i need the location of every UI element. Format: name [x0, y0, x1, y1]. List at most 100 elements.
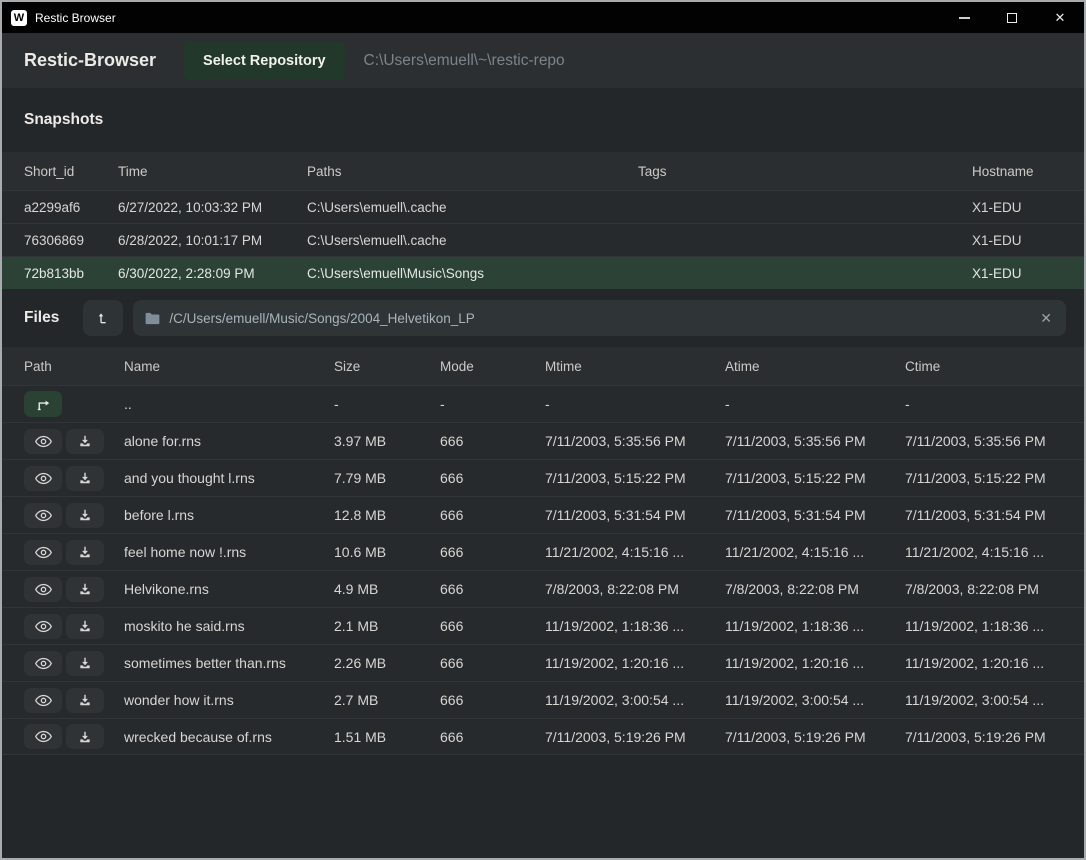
snapshot-paths: C:\Users\emuell\Music\Songs [307, 266, 638, 281]
download-file-button[interactable] [66, 540, 104, 565]
file-mode: 666 [440, 507, 545, 523]
snapshots-title: Snapshots [24, 111, 103, 129]
download-file-button[interactable] [66, 466, 104, 491]
file-atime: 11/19/2002, 1:20:16 ... [725, 655, 905, 671]
file-mode: - [440, 396, 545, 412]
preview-file-button[interactable] [24, 577, 62, 602]
files-title: Files [24, 309, 59, 327]
file-mtime: 7/11/2003, 5:15:22 PM [545, 470, 725, 486]
snapshot-row[interactable]: a2299af6 6/27/2022, 10:03:32 PM C:\Users… [2, 190, 1084, 223]
go-parent-button[interactable] [24, 391, 62, 417]
file-name: .. [124, 396, 334, 412]
preview-file-button[interactable] [24, 651, 62, 676]
file-name: and you thought l.rns [124, 470, 334, 486]
snapshot-paths: C:\Users\emuell\.cache [307, 200, 638, 215]
files-col-mtime: Mtime [545, 359, 725, 374]
file-mode: 666 [440, 470, 545, 486]
clear-icon: ✕ [1040, 310, 1052, 326]
download-icon [78, 508, 92, 522]
preview-file-button[interactable] [24, 724, 62, 749]
file-ctime: 11/19/2002, 3:00:54 ... [905, 692, 1062, 708]
download-icon [78, 730, 92, 744]
file-mode: 666 [440, 692, 545, 708]
preview-file-button[interactable] [24, 466, 62, 491]
snapshot-short-id: 76306869 [24, 233, 118, 248]
up-level-button[interactable] [83, 300, 123, 336]
close-button[interactable]: ✕ [1036, 2, 1084, 33]
file-name: moskito he said.rns [124, 618, 334, 634]
download-file-button[interactable] [66, 651, 104, 676]
download-icon [78, 619, 92, 633]
repository-path[interactable]: C:\Users\emuell\~\restic-repo [364, 52, 565, 70]
download-file-button[interactable] [66, 429, 104, 454]
file-row: alone for.rns 3.97 MB 666 7/11/2003, 5:3… [2, 422, 1084, 459]
download-file-button[interactable] [66, 724, 104, 749]
clear-path-button[interactable]: ✕ [1038, 310, 1054, 327]
download-file-button[interactable] [66, 577, 104, 602]
snapshot-hostname: X1-EDU [972, 200, 1062, 215]
download-icon [78, 693, 92, 707]
minimize-button[interactable] [940, 2, 988, 33]
download-icon [78, 656, 92, 670]
files-col-path: Path [24, 359, 124, 374]
file-ctime: 7/11/2003, 5:31:54 PM [905, 507, 1062, 523]
file-size: 1.51 MB [334, 729, 440, 745]
file-ctime: 11/19/2002, 1:20:16 ... [905, 655, 1062, 671]
header-bar: Restic-Browser Select Repository C:\User… [2, 33, 1084, 88]
close-icon: ✕ [1055, 10, 1066, 26]
snapshots-col-paths: Paths [307, 164, 638, 179]
file-atime: 11/21/2002, 4:15:16 ... [725, 544, 905, 560]
file-mtime: 7/8/2003, 8:22:08 PM [545, 581, 725, 597]
path-bar: ✕ [133, 300, 1066, 336]
file-mtime: - [545, 396, 725, 412]
select-repository-button[interactable]: Select Repository [184, 42, 345, 80]
file-row: Helvikone.rns 4.9 MB 666 7/8/2003, 8:22:… [2, 570, 1084, 607]
file-size: - [334, 396, 440, 412]
file-mtime: 7/11/2003, 5:35:56 PM [545, 433, 725, 449]
file-ctime: 11/21/2002, 4:15:16 ... [905, 544, 1062, 560]
file-name: alone for.rns [124, 433, 334, 449]
snapshot-short-id: a2299af6 [24, 200, 118, 215]
preview-file-button[interactable] [24, 429, 62, 454]
files-table-header: Path Name Size Mode Mtime Atime Ctime [2, 347, 1084, 385]
window-controls: ✕ [940, 2, 1084, 33]
file-ctime: 7/11/2003, 5:19:26 PM [905, 729, 1062, 745]
file-ctime: 7/8/2003, 8:22:08 PM [905, 581, 1062, 597]
snapshot-time: 6/30/2022, 2:28:09 PM [118, 266, 307, 281]
snapshot-time: 6/28/2022, 10:01:17 PM [118, 233, 307, 248]
snapshot-hostname: X1-EDU [972, 266, 1062, 281]
file-mtime: 11/19/2002, 1:18:36 ... [545, 618, 725, 634]
download-icon [78, 582, 92, 596]
path-input[interactable] [169, 311, 1038, 326]
preview-file-button[interactable] [24, 614, 62, 639]
snapshot-row-selected[interactable]: 72b813bb 6/30/2022, 2:28:09 PM C:\Users\… [2, 256, 1084, 289]
file-row: sometimes better than.rns 2.26 MB 666 11… [2, 644, 1084, 681]
file-row: wrecked because of.rns 1.51 MB 666 7/11/… [2, 718, 1084, 755]
preview-file-button[interactable] [24, 540, 62, 565]
maximize-button[interactable] [988, 2, 1036, 33]
snapshot-time: 6/27/2022, 10:03:32 PM [118, 200, 307, 215]
corner-up-right-arrow-icon [35, 397, 52, 412]
file-size: 7.79 MB [334, 470, 440, 486]
file-row: moskito he said.rns 2.1 MB 666 11/19/200… [2, 607, 1084, 644]
file-mtime: 7/11/2003, 5:31:54 PM [545, 507, 725, 523]
files-section-header: Files ✕ [2, 289, 1084, 347]
file-size: 10.6 MB [334, 544, 440, 560]
file-ctime: 11/19/2002, 1:18:36 ... [905, 618, 1062, 634]
snapshot-short-id: 72b813bb [24, 266, 118, 281]
files-col-size: Size [334, 359, 440, 374]
download-file-button[interactable] [66, 688, 104, 713]
file-size: 3.97 MB [334, 433, 440, 449]
download-file-button[interactable] [66, 503, 104, 528]
eye-icon [35, 472, 52, 485]
preview-file-button[interactable] [24, 503, 62, 528]
preview-file-button[interactable] [24, 688, 62, 713]
titlebar[interactable]: W Restic Browser ✕ [2, 2, 1084, 33]
download-file-button[interactable] [66, 614, 104, 639]
file-name: feel home now !.rns [124, 544, 334, 560]
file-name: wonder how it.rns [124, 692, 334, 708]
snapshot-row[interactable]: 76306869 6/28/2022, 10:01:17 PM C:\Users… [2, 223, 1084, 256]
snapshot-paths: C:\Users\emuell\.cache [307, 233, 638, 248]
app-title: Restic-Browser [24, 50, 156, 71]
snapshots-col-hostname: Hostname [972, 164, 1062, 179]
